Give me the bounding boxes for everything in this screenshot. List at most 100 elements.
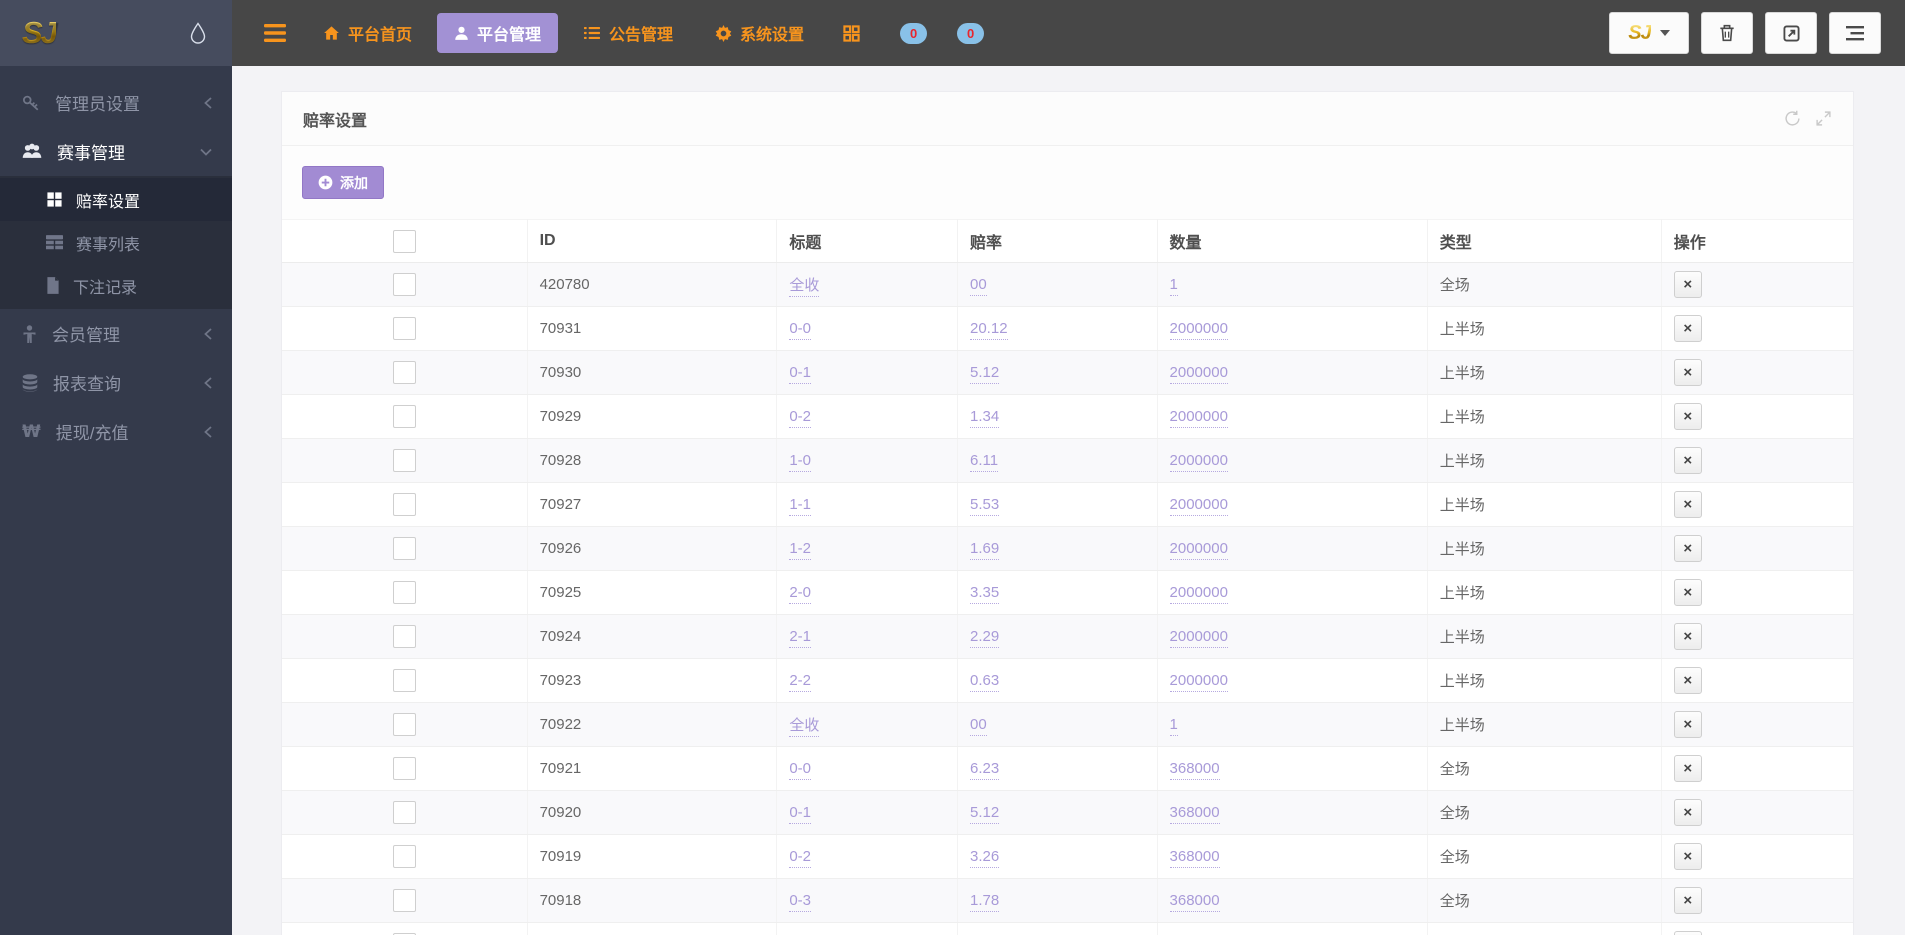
sidebar-item-withdraw-deposit[interactable]: ₩ 提现/充值 xyxy=(0,407,232,456)
row-checkbox[interactable] xyxy=(392,493,416,516)
row-checkbox[interactable] xyxy=(392,713,416,736)
grid-icon[interactable] xyxy=(829,24,874,42)
cell-odds-link[interactable]: 5.12 xyxy=(970,804,1000,824)
cell-odds-link[interactable]: 1.34 xyxy=(970,408,1000,428)
sidebar-subitem-odds-settings[interactable]: 赔率设置 xyxy=(0,178,232,221)
row-checkbox[interactable] xyxy=(392,405,416,428)
menu-lines-button[interactable] xyxy=(1829,12,1881,54)
delete-row-button[interactable]: × xyxy=(1673,447,1702,474)
sidebar-item-member-manage[interactable]: 会员管理 xyxy=(0,309,232,358)
cell-title-link[interactable]: 1-0 xyxy=(789,452,812,472)
cell-title-link[interactable]: 0-1 xyxy=(789,364,812,384)
cell-title-link[interactable]: 2-0 xyxy=(789,584,812,604)
cell-odds-link[interactable]: 20.12 xyxy=(970,320,1008,340)
cell-title-link[interactable]: 2-2 xyxy=(789,672,812,692)
cell-amount-link[interactable]: 1 xyxy=(1169,276,1178,296)
row-checkbox[interactable] xyxy=(392,361,416,384)
delete-row-button[interactable]: × xyxy=(1673,535,1702,562)
cell-amount-link[interactable]: 368000 xyxy=(1169,760,1220,780)
external-link-button[interactable] xyxy=(1765,12,1817,54)
cell-title-link[interactable]: 0-2 xyxy=(789,848,812,868)
cell-odds-link[interactable]: 2.29 xyxy=(970,628,1000,648)
cell-title-link[interactable]: 全收 xyxy=(789,717,820,737)
nav-tab-system-settings[interactable]: 系统设置 xyxy=(698,13,821,53)
hamburger-icon[interactable] xyxy=(248,24,302,42)
cell-amount-link[interactable]: 2000000 xyxy=(1169,672,1228,692)
row-checkbox[interactable] xyxy=(392,625,416,648)
delete-row-button[interactable]: × xyxy=(1673,887,1702,914)
cell-amount-link[interactable]: 2000000 xyxy=(1169,408,1228,428)
cell-odds-link[interactable]: 00 xyxy=(970,276,987,296)
cell-amount-link[interactable]: 2000000 xyxy=(1169,628,1228,648)
delete-row-button[interactable]: × xyxy=(1673,711,1702,738)
row-checkbox[interactable] xyxy=(392,801,416,824)
refresh-icon[interactable] xyxy=(1784,110,1801,127)
cell-odds-link[interactable]: 1.78 xyxy=(970,892,1000,912)
cell-amount-link[interactable]: 368000 xyxy=(1169,804,1220,824)
cell-odds-link[interactable]: 3.35 xyxy=(970,584,1000,604)
cell-title-link[interactable]: 0-0 xyxy=(789,320,812,340)
delete-row-button[interactable]: × xyxy=(1673,667,1702,694)
sidebar-item-match-manage[interactable]: 赛事管理 xyxy=(0,127,232,176)
row-checkbox[interactable] xyxy=(392,845,416,868)
cell-odds-link[interactable]: 6.11 xyxy=(970,452,999,472)
notification-badge-1[interactable]: 0 xyxy=(900,22,928,44)
cell-title-link[interactable]: 1-1 xyxy=(789,496,812,516)
row-checkbox[interactable] xyxy=(392,889,416,912)
cell-title-link[interactable]: 0-2 xyxy=(789,408,812,428)
delete-row-button[interactable]: × xyxy=(1673,403,1702,430)
cell-odds-link[interactable]: 6.23 xyxy=(970,760,1000,780)
row-checkbox[interactable] xyxy=(392,757,416,780)
delete-row-button[interactable]: × xyxy=(1673,271,1702,298)
row-checkbox[interactable] xyxy=(392,537,416,560)
user-dropdown-button[interactable]: SJ xyxy=(1609,12,1689,54)
add-button[interactable]: 添加 xyxy=(302,166,384,199)
cell-odds-link[interactable]: 00 xyxy=(970,716,987,736)
cell-amount-link[interactable]: 2000000 xyxy=(1169,364,1228,384)
cell-amount-link[interactable]: 2000000 xyxy=(1169,584,1228,604)
row-checkbox[interactable] xyxy=(392,581,416,604)
delete-row-button[interactable]: × xyxy=(1673,359,1702,386)
cell-odds-link[interactable]: 0.63 xyxy=(970,672,1000,692)
cell-odds-link[interactable]: 5.53 xyxy=(970,496,1000,516)
delete-row-button[interactable]: × xyxy=(1673,931,1702,935)
cell-amount-link[interactable]: 368000 xyxy=(1169,848,1220,868)
cell-title-link[interactable]: 1-2 xyxy=(789,540,812,560)
cell-odds-link[interactable]: 3.26 xyxy=(970,848,1000,868)
delete-row-button[interactable]: × xyxy=(1673,579,1702,606)
nav-tab-platform-manage[interactable]: 平台管理 xyxy=(437,13,559,53)
cell-title-link[interactable]: 0-1 xyxy=(789,804,812,824)
cell-odds-link[interactable]: 1.69 xyxy=(970,540,1000,560)
notification-badge-2[interactable]: 0 xyxy=(957,22,985,44)
nav-tab-announcement-manage[interactable]: 公告管理 xyxy=(566,13,690,53)
row-checkbox[interactable] xyxy=(392,317,416,340)
row-checkbox[interactable] xyxy=(392,449,416,472)
cell-amount-link[interactable]: 2000000 xyxy=(1169,496,1228,516)
row-checkbox[interactable] xyxy=(392,669,416,692)
cell-amount-link[interactable]: 2000000 xyxy=(1169,320,1228,340)
sidebar-subitem-match-list[interactable]: 赛事列表 xyxy=(0,221,232,264)
cell-title-link[interactable]: 全收 xyxy=(789,277,820,297)
sidebar-item-report-query[interactable]: 报表查询 xyxy=(0,358,232,407)
expand-icon[interactable] xyxy=(1815,110,1832,127)
cell-title-link[interactable]: 0-0 xyxy=(789,760,812,780)
sidebar-subitem-bet-records[interactable]: 下注记录 xyxy=(0,264,232,307)
nav-tab-platform-home[interactable]: 平台首页 xyxy=(306,13,429,53)
delete-row-button[interactable]: × xyxy=(1673,623,1702,650)
cell-amount-link[interactable]: 1 xyxy=(1169,716,1178,736)
row-checkbox[interactable] xyxy=(392,273,416,296)
sidebar-item-admin-settings[interactable]: 管理员设置 xyxy=(0,78,232,127)
delete-row-button[interactable]: × xyxy=(1673,491,1702,518)
cell-amount-link[interactable]: 2000000 xyxy=(1169,540,1228,560)
delete-row-button[interactable]: × xyxy=(1673,843,1702,870)
delete-row-button[interactable]: × xyxy=(1673,315,1702,342)
delete-row-button[interactable]: × xyxy=(1673,755,1702,782)
cell-amount-link[interactable]: 368000 xyxy=(1169,892,1220,912)
cell-amount-link[interactable]: 2000000 xyxy=(1169,452,1228,472)
cell-title-link[interactable]: 2-1 xyxy=(789,628,812,648)
trash-button[interactable] xyxy=(1701,12,1753,54)
cell-title-link[interactable]: 0-3 xyxy=(789,892,812,912)
select-all-checkbox[interactable] xyxy=(392,229,416,253)
delete-row-button[interactable]: × xyxy=(1673,799,1702,826)
cell-odds-link[interactable]: 5.12 xyxy=(970,364,1000,384)
